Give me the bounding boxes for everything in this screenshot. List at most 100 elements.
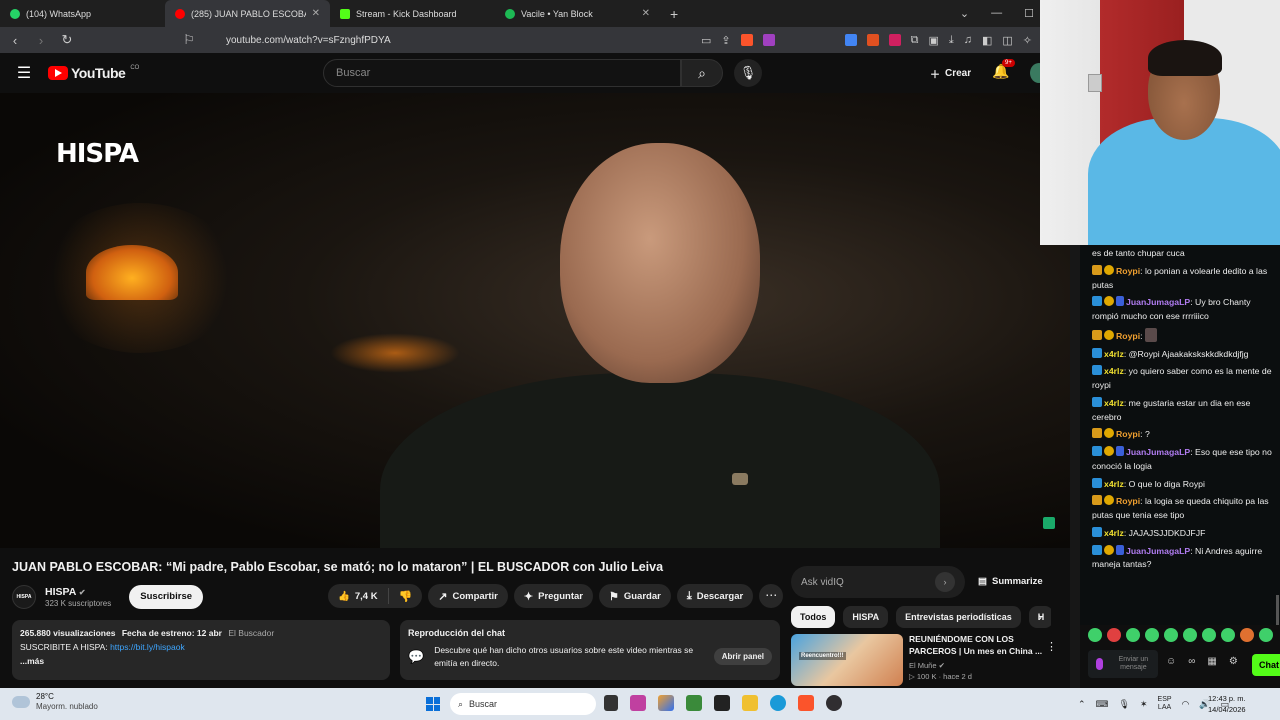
chat-username[interactable]: x4rlz xyxy=(1104,528,1124,538)
emoji-icon[interactable]: ☺ xyxy=(1166,656,1176,667)
like-button[interactable]: 👍 7,4 K xyxy=(328,588,389,604)
wallet-icon[interactable]: ◫ xyxy=(1002,34,1012,47)
close-tab-icon[interactable]: ✕ xyxy=(312,8,320,19)
windows-start-icon[interactable] xyxy=(426,697,440,711)
emote-icon[interactable] xyxy=(1240,628,1254,642)
extension-icon[interactable] xyxy=(888,34,901,46)
search-icon[interactable]: ⌕ xyxy=(681,59,723,87)
store-icon[interactable]: ▦ xyxy=(1207,656,1216,667)
task-view-icon[interactable] xyxy=(604,695,618,711)
channel-name[interactable]: HISPA ✔ xyxy=(45,586,111,598)
hashtag[interactable]: El Buscador xyxy=(228,628,274,638)
chat-username[interactable]: Roypi xyxy=(1116,266,1140,276)
chat-username[interactable]: x4rlz xyxy=(1104,479,1124,489)
menu-icon[interactable]: ☰ xyxy=(0,63,48,83)
extension-icon[interactable]: ▣ xyxy=(928,34,938,47)
microphone-icon[interactable] xyxy=(1096,658,1103,670)
search-input[interactable] xyxy=(323,59,682,87)
tab-spotify[interactable]: Vacile • Yan Block ✕ xyxy=(495,0,660,27)
translate-extension-icon[interactable] xyxy=(844,34,857,46)
share-icon[interactable]: ⇪ xyxy=(721,34,730,47)
description-link[interactable]: https://bit.ly/hispaok xyxy=(110,642,185,652)
edge-icon[interactable] xyxy=(770,695,786,711)
emote-icon[interactable] xyxy=(1088,628,1102,642)
dislike-button[interactable]: 👎 xyxy=(389,590,423,603)
send-arrow-icon[interactable]: › xyxy=(935,572,955,592)
terminal-icon[interactable] xyxy=(714,695,730,711)
wifi-icon[interactable]: ◠ xyxy=(1182,699,1190,710)
brave-rewards-icon[interactable] xyxy=(762,34,775,46)
minimize-icon[interactable]: — xyxy=(991,7,1002,20)
show-more-link[interactable]: ...más xyxy=(20,656,382,666)
vidiq-icon[interactable] xyxy=(1043,517,1055,529)
chip-entrevistas[interactable]: Entrevistas periodísticas xyxy=(896,606,1021,628)
extension-icon[interactable] xyxy=(866,34,879,46)
emote-icon[interactable] xyxy=(1107,628,1121,642)
reload-icon[interactable]: ↻ xyxy=(60,32,74,48)
microphone-icon[interactable]: 🎙 xyxy=(734,59,762,87)
chip-hispa[interactable]: HISPA xyxy=(843,606,889,628)
app-tray-icon[interactable]: ⌨ xyxy=(1096,699,1109,710)
chat-username[interactable]: JuanJumagaLP xyxy=(1126,447,1190,457)
app-icon[interactable] xyxy=(658,695,674,711)
video-player[interactable]: HISPA xyxy=(0,93,1070,548)
summarize-button[interactable]: ▤ Summarize xyxy=(978,576,1043,587)
bookmark-icon[interactable]: ⚐ xyxy=(182,32,196,48)
brave-shield-icon[interactable] xyxy=(740,34,753,46)
youtube-logo[interactable]: YouTube CO xyxy=(48,65,139,81)
sidebar-icon[interactable]: ◧ xyxy=(982,34,992,47)
gear-icon[interactable]: ⚙ xyxy=(1229,656,1238,667)
emote-icon[interactable] xyxy=(1164,628,1178,642)
recommendation-title[interactable]: REUNIÉNDOME CON LOS PARCEROS | Un mes en… xyxy=(909,634,1049,658)
close-tab-icon[interactable]: ✕ xyxy=(642,8,650,19)
description-box[interactable]: 265.880 visualizaciones Fecha de estreno… xyxy=(12,620,390,680)
ask-button[interactable]: ✦ Preguntar xyxy=(513,584,593,608)
tab-whatsapp[interactable]: (104) WhatsApp xyxy=(0,0,165,27)
download-icon[interactable]: ⤓ xyxy=(949,34,954,47)
emote-icon[interactable] xyxy=(1183,628,1197,642)
screenshot-icon[interactable]: ⧉ xyxy=(911,34,919,47)
url-field[interactable]: youtube.com/watch?v=sFznghfPDYA xyxy=(226,35,391,46)
obs-icon[interactable] xyxy=(826,695,842,711)
emote-icon[interactable] xyxy=(1145,628,1159,642)
open-panel-button[interactable]: Abrir panel xyxy=(713,648,772,666)
create-button[interactable]: ＋ Crear xyxy=(922,61,979,85)
subscribe-button[interactable]: Suscribirse xyxy=(129,585,204,609)
chat-send-button[interactable]: Chat xyxy=(1252,654,1280,676)
bluetooth-icon[interactable]: ✶ xyxy=(1140,699,1148,710)
forward-icon[interactable]: › xyxy=(34,33,48,48)
microphone-icon[interactable]: 🎙 xyxy=(1119,699,1130,710)
leo-ai-icon[interactable]: ✧ xyxy=(1023,34,1032,47)
emote-icon[interactable] xyxy=(1126,628,1140,642)
more-options-icon[interactable]: ⋮ xyxy=(1046,640,1057,653)
emote-icon[interactable] xyxy=(1221,628,1235,642)
chat-username[interactable]: x4rlz xyxy=(1104,398,1124,408)
maximize-icon[interactable]: ☐ xyxy=(1024,7,1034,20)
clock[interactable]: 12:43 p. m. 14/04/2026 xyxy=(1208,693,1246,716)
chat-username[interactable]: JuanJumagaLP xyxy=(1126,297,1190,307)
app-icon[interactable] xyxy=(630,695,646,711)
chat-username[interactable]: x4rlz xyxy=(1104,366,1124,376)
app-icon[interactable] xyxy=(686,695,702,711)
cast-icon[interactable]: ▭ xyxy=(701,34,711,47)
chevron-right-icon[interactable]: › xyxy=(1038,610,1042,624)
taskbar-search[interactable]: ⌕ Buscar xyxy=(450,693,596,715)
channel-avatar[interactable]: HISPA xyxy=(12,585,36,609)
tab-youtube[interactable]: (285) JUAN PABLO ESCOBAR: ✕ xyxy=(165,0,330,27)
file-explorer-icon[interactable] xyxy=(742,695,758,711)
link-icon[interactable]: ∞ xyxy=(1188,656,1195,667)
chevron-up-icon[interactable]: ⌃ xyxy=(1078,699,1086,710)
chat-username[interactable]: JuanJumagaLP xyxy=(1126,546,1190,556)
chat-username[interactable]: Roypi xyxy=(1116,496,1140,506)
recommendation-channel[interactable]: El Muñe ✔ xyxy=(909,661,1049,670)
chat-scrollbar[interactable] xyxy=(1276,595,1279,625)
share-button[interactable]: ↗ Compartir xyxy=(428,584,508,608)
video-thumbnail[interactable]: Reencuentro!!! xyxy=(791,634,903,686)
weather-widget[interactable]: 28°C Mayorm. nublado xyxy=(12,692,98,713)
media-icon[interactable]: ♫ xyxy=(964,34,972,46)
emote-icon[interactable] xyxy=(1202,628,1216,642)
new-tab-button[interactable]: + xyxy=(660,6,688,22)
brave-icon[interactable] xyxy=(798,695,814,711)
chip-todos[interactable]: Todos xyxy=(791,606,836,628)
vidiq-ask-input[interactable]: Ask vidIQ › xyxy=(791,566,965,598)
